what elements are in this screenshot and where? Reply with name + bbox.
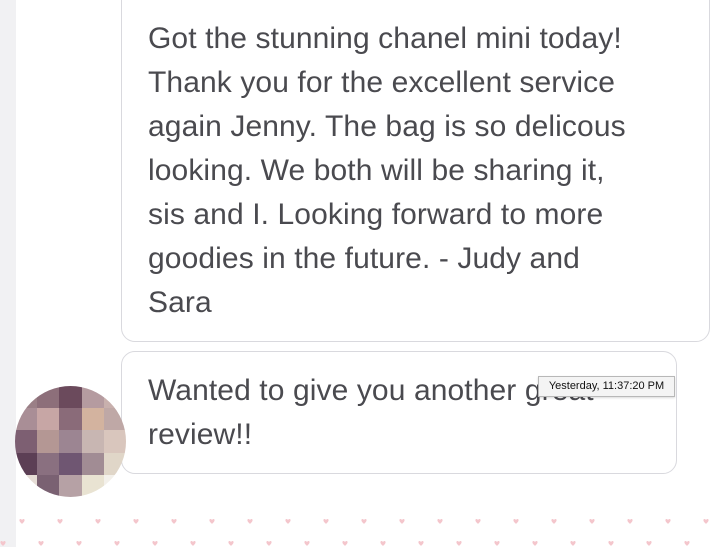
- heart-icon: [399, 519, 405, 524]
- avatar-pixel: [37, 430, 60, 453]
- avatar-pixel: [37, 386, 60, 409]
- heart-icon: [418, 541, 424, 546]
- message-line: Thank you for the excellent service: [148, 66, 616, 99]
- avatar-pixel: [37, 452, 60, 475]
- heart-icon: [266, 541, 272, 546]
- avatar-pixel: [15, 408, 38, 431]
- heart-icon: [342, 541, 348, 546]
- message-line: review!!: [148, 418, 253, 451]
- heart-icon: [285, 519, 291, 524]
- avatar-pixel: [37, 408, 60, 431]
- avatar-pixel: [103, 474, 126, 497]
- heart-icon: [133, 519, 139, 524]
- heart-icon: [38, 541, 44, 546]
- heart-icon: [19, 519, 25, 524]
- heart-icon: [323, 519, 329, 524]
- heart-icon: [361, 519, 367, 524]
- message-line: Got the stunning chanel mini today!: [148, 22, 622, 55]
- avatar-pixel: [81, 386, 104, 409]
- heart-icon: [171, 519, 177, 524]
- heart-icon: [494, 541, 500, 546]
- heart-icon: [152, 541, 158, 546]
- sender-avatar[interactable]: [15, 386, 126, 497]
- heart-icon: [646, 541, 652, 546]
- heart-icon: [589, 519, 595, 524]
- heart-icon: [0, 541, 6, 546]
- message-line: sis and I. Looking forward to more: [148, 198, 604, 231]
- avatar-pixel: [81, 452, 104, 475]
- heart-icon: [247, 519, 253, 524]
- message-line: looking. We both will be sharing it,: [148, 154, 605, 187]
- left-sidebar-edge: [0, 0, 16, 547]
- heart-icon: [228, 541, 234, 546]
- avatar-pixel: [81, 408, 104, 431]
- avatar-pixel: [59, 430, 82, 453]
- heart-icon: [475, 519, 481, 524]
- timestamp-tooltip: Yesterday, 11:37:20 PM: [538, 376, 675, 397]
- heart-icon: [570, 541, 576, 546]
- heart-icon: [76, 541, 82, 546]
- avatar-pixel: [81, 474, 104, 497]
- heart-icon: [57, 519, 63, 524]
- heart-icon: [456, 541, 462, 546]
- avatar-pixel: [59, 452, 82, 475]
- heart-icon: [437, 519, 443, 524]
- heart-icon: [190, 541, 196, 546]
- message-bubble-review[interactable]: Got the stunning chanel mini today! Than…: [121, 0, 710, 342]
- heart-icon: [532, 541, 538, 546]
- avatar-pixel: [81, 430, 104, 453]
- heart-icon: [114, 541, 120, 546]
- heart-icon: [627, 519, 633, 524]
- avatar-pixel: [15, 386, 38, 409]
- heart-icon: [95, 519, 101, 524]
- avatar-pixel: [59, 474, 82, 497]
- avatar-pixel: [15, 474, 38, 497]
- avatar-pixel: [15, 430, 38, 453]
- heart-icon: [608, 541, 614, 546]
- avatar-pixel: [37, 474, 60, 497]
- heart-icon: [703, 519, 709, 524]
- heart-pattern-background: [0, 519, 709, 546]
- heart-icon: [665, 519, 671, 524]
- heart-icon: [513, 519, 519, 524]
- avatar-pixel: [59, 386, 82, 409]
- avatar-pixel: [59, 408, 82, 431]
- avatar-pixel: [15, 452, 38, 475]
- message-line: goodies in the future. - Judy and: [148, 242, 580, 275]
- message-bubble-followup[interactable]: Wanted to give you another great review!…: [121, 351, 677, 474]
- heart-icon: [304, 541, 310, 546]
- heart-icon: [380, 541, 386, 546]
- message-line: again Jenny. The bag is so delicous: [148, 110, 626, 143]
- message-line: Sara: [148, 286, 212, 319]
- heart-icon: [684, 541, 690, 546]
- heart-icon: [209, 519, 215, 524]
- avatar-pixel: [103, 430, 126, 453]
- heart-icon: [551, 519, 557, 524]
